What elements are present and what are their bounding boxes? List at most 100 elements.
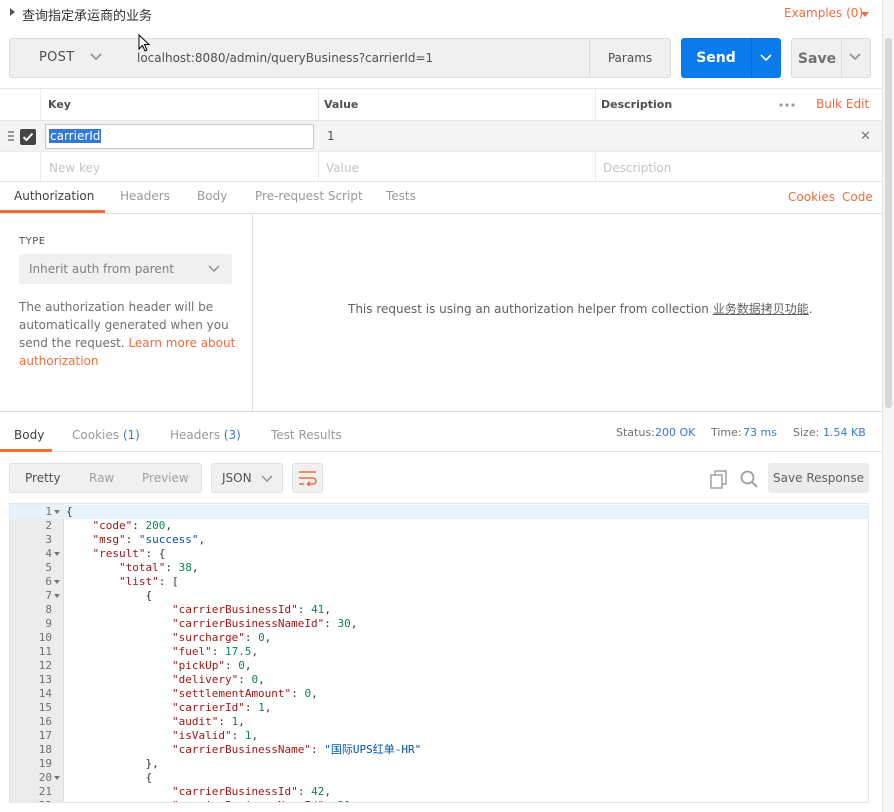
tab-body[interactable]: Body [197,189,227,203]
copy-icon[interactable] [709,469,729,489]
collection-link[interactable]: 业务数据拷贝功能 [713,302,809,316]
size-value[interactable]: 1.54 KB [823,426,866,439]
auth-message-panel: This request is using an authorization h… [253,214,882,411]
code-text: "settlementAmount": 0, [171,687,318,700]
auth-type-panel: TYPE Inherit auth from parent The author… [0,214,253,411]
fold-toggle-icon[interactable] [54,552,60,556]
more-dots-icon[interactable] [778,102,796,108]
tab-test-results[interactable]: Test Results [271,428,342,442]
auth-type-label: TYPE [19,236,46,247]
new-key-input[interactable]: New key [49,161,100,175]
status-value[interactable]: 200 OK [655,426,695,439]
code-line: 12 "pickUp": 0, [10,659,868,673]
cookies-link[interactable]: Cookies [788,190,835,204]
format-select[interactable]: JSON [211,463,283,493]
scrollbar-thumb[interactable] [885,38,892,408]
send-button[interactable]: Send [681,38,781,78]
status-label: Status: [616,426,655,439]
code-text: "total": 38, [118,561,199,574]
line-number: 11 [38,645,52,658]
param-value-input[interactable]: 1 [327,129,335,143]
code-text: "msg": "success", [92,533,206,546]
cookies-count: (1) [122,428,140,442]
line-number: 6 [45,575,52,588]
code-text: { [66,589,153,602]
line-number: 15 [38,701,52,714]
url-text: localhost:8080/admin/queryBusiness?carri… [137,51,434,65]
cookies-tab-label: Cookies [72,428,119,442]
code-text: "list": [ [118,575,179,588]
fold-toggle-icon[interactable] [54,510,60,514]
code-text: "carrierBusinessId": 42, [171,785,331,798]
view-pretty[interactable]: Pretty [25,471,61,485]
line-number: 8 [45,603,52,616]
line-number: 18 [38,743,52,756]
active-tab-indicator [0,449,52,452]
param-row: carrierId 1 ✕ [0,120,882,151]
drag-handle-icon[interactable] [8,131,14,141]
save-button[interactable]: Save [791,38,871,78]
param-enabled-checkbox[interactable] [20,129,36,145]
request-title-row[interactable]: 查询指定承运商的业务 Examples (0) [0,0,894,28]
delete-row-icon[interactable]: ✕ [860,129,871,144]
code-line: 6 "list": [ [10,575,868,589]
tab-pre-request-script[interactable]: Pre-request Script [255,189,363,203]
collapse-caret-icon[interactable] [10,8,15,16]
code-line: 15 "carrierId": 1, [10,701,868,715]
line-number: 12 [38,659,52,672]
code-line: 22 "carrierBusinessNameId": 31, [10,799,868,802]
fold-toggle-icon[interactable] [54,580,60,584]
column-header-key: Key [48,98,71,111]
save-options-chevron-icon[interactable] [848,51,862,63]
auth-type-value: Inherit auth from parent [29,262,175,276]
window-scrollbar[interactable] [882,0,894,812]
param-row-new: New key Value Description [0,151,882,182]
line-number: 2 [45,519,52,532]
code-text: "code": 200, [92,519,173,532]
response-body-viewer[interactable]: 1{2 "code": 200, 3 "msg": "success", 4 "re… [9,503,869,803]
code-text: "carrierId": 1, [171,701,272,714]
mouse-cursor-icon [138,34,151,52]
code-line: 13 "delivery": 0, [10,673,868,687]
code-line: 7 { [10,589,868,603]
tab-response-body[interactable]: Body [14,428,44,442]
code-line: 20 { [10,771,868,785]
tab-response-cookies[interactable]: Cookies (1) [72,428,140,442]
line-number: 7 [45,589,52,602]
send-label: Send [696,50,736,66]
code-link[interactable]: Code [842,190,873,204]
new-description-input[interactable]: Description [603,161,671,175]
code-text: "carrierBusinessNameId": 31, [66,799,357,802]
view-raw[interactable]: Raw [89,471,114,485]
tab-tests[interactable]: Tests [386,189,416,203]
caret-down-icon[interactable] [861,12,869,17]
tab-authorization[interactable]: Authorization [14,189,94,203]
wrap-lines-button[interactable] [292,463,323,493]
examples-dropdown[interactable]: Examples (0) [784,6,863,20]
code-line: 5 "total": 38, [10,561,868,575]
save-response-button[interactable]: Save Response [768,463,869,493]
new-value-input[interactable]: Value [326,161,359,175]
params-table: Key Value Description Bulk Edit carrierI… [0,88,882,182]
time-value[interactable]: 73 ms [743,426,777,439]
params-button[interactable]: Params [589,38,671,78]
column-header-description: Description [601,98,673,111]
line-number: 17 [38,729,52,742]
request-name: 查询指定承运商的业务 [22,9,153,24]
method-select[interactable]: POST [9,38,126,78]
fold-toggle-icon[interactable] [54,594,60,598]
code-line: 14 "settlementAmount": 0, [10,687,868,701]
code-line: 19 }, [10,757,868,771]
tab-headers[interactable]: Headers [120,189,170,203]
tab-response-headers[interactable]: Headers (3) [170,428,241,442]
fold-toggle-icon[interactable] [54,776,60,780]
param-key-input[interactable]: carrierId [45,124,314,149]
url-input[interactable]: localhost:8080/admin/queryBusiness?carri… [125,38,590,78]
line-number: 9 [45,617,52,630]
send-options-chevron-icon[interactable] [759,52,773,64]
code-text: "carrierBusinessNameId": 30, [171,617,358,630]
view-preview[interactable]: Preview [142,471,189,485]
search-icon[interactable] [739,469,759,489]
auth-type-select[interactable]: Inherit auth from parent [19,254,232,284]
bulk-edit-link[interactable]: Bulk Edit [816,97,869,111]
